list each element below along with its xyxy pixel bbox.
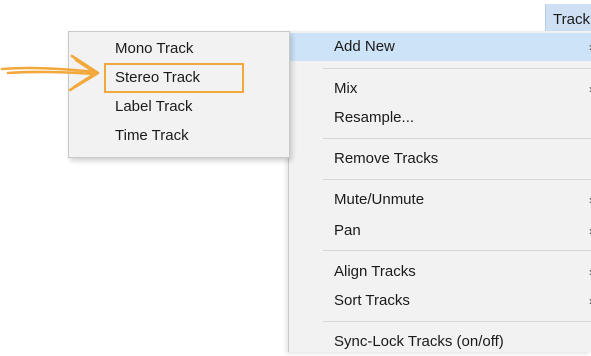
- menu-item-sort-tracks[interactable]: Sort Tracks ›: [289, 287, 591, 315]
- menu-item-mix[interactable]: Mix ›: [289, 75, 591, 103]
- submenu-item-label: Label Track: [115, 98, 193, 115]
- menu-separator: [323, 250, 591, 251]
- tracks-dropdown-menu: Add New › Mix › Resample... Remove Track…: [288, 31, 591, 352]
- menu-item-label: Resample...: [334, 109, 415, 126]
- submenu-item-time-track[interactable]: Time Track: [69, 122, 289, 150]
- menu-item-mute-unmute[interactable]: Mute/Unmute ›: [289, 186, 591, 214]
- menu-tracks-label: Track: [553, 11, 590, 28]
- menu-item-label: Mix: [334, 80, 358, 97]
- menu-separator: [323, 321, 591, 322]
- menu-separator: [323, 138, 591, 139]
- submenu-item-label: Mono Track: [115, 40, 194, 57]
- menu-item-add-new[interactable]: Add New ›: [289, 33, 591, 61]
- annotation-highlight-box: [104, 63, 244, 93]
- menu-separator: [323, 179, 591, 180]
- menu-item-label: Remove Tracks: [334, 150, 439, 167]
- menu-item-label: Pan: [334, 222, 361, 239]
- menu-item-label: Sort Tracks: [334, 292, 410, 309]
- menu-item-label: Sync-Lock Tracks (on/off): [334, 333, 504, 350]
- menu-item-label: Add New: [334, 38, 395, 55]
- menu-item-resample[interactable]: Resample...: [289, 104, 591, 132]
- arrow-right-icon: [0, 54, 100, 92]
- menu-item-label: Mute/Unmute: [334, 191, 425, 208]
- submenu-item-label: Time Track: [115, 127, 189, 144]
- menu-item-label: Align Tracks: [334, 263, 416, 280]
- menu-tracks[interactable]: Track: [545, 4, 591, 31]
- menu-item-remove-tracks[interactable]: Remove Tracks: [289, 145, 591, 173]
- menu-item-pan[interactable]: Pan ›: [289, 217, 591, 245]
- menu-separator: [323, 68, 591, 69]
- menu-item-align-tracks[interactable]: Align Tracks ›: [289, 258, 591, 286]
